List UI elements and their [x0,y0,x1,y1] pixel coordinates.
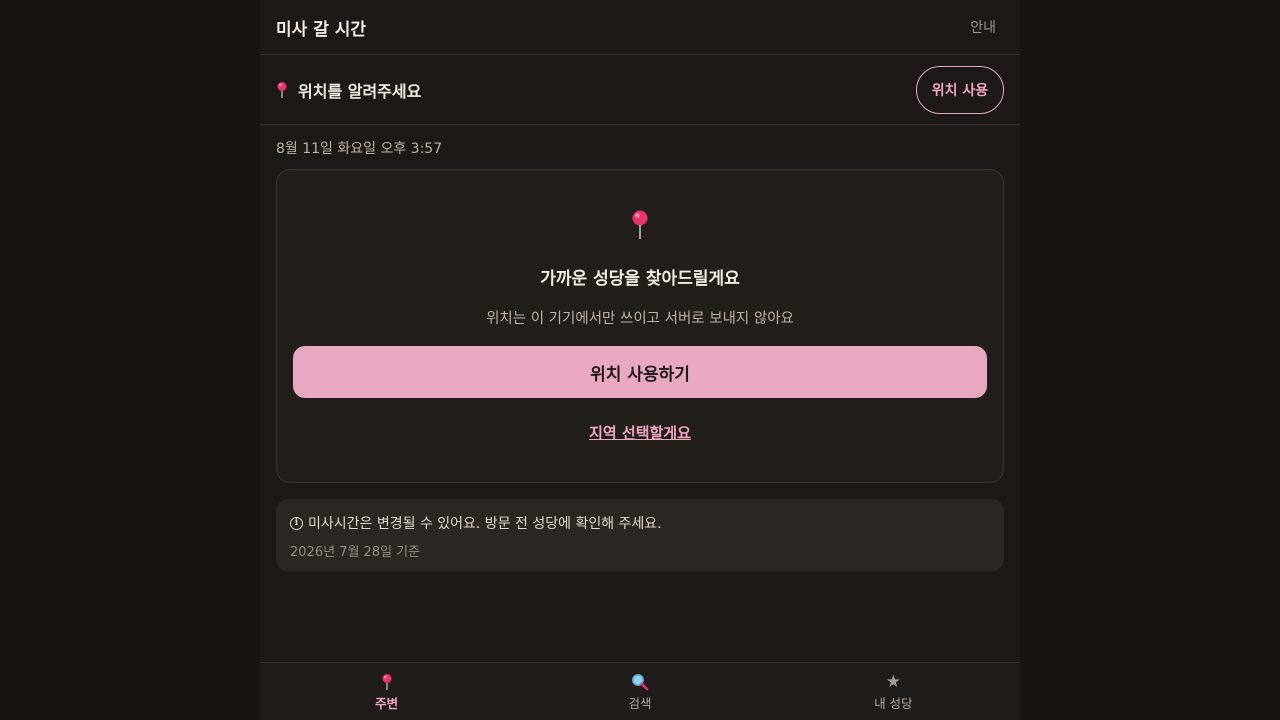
star-icon: ★ [885,672,901,692]
nav-label-nearby: 주변 [375,696,399,711]
notice-box: i 미사시간은 변경될 수 있어요. 방문 전 성당에 확인해 주세요. 202… [276,499,1004,571]
location-prompt-text: 위치를 알려주세요 [298,81,422,101]
nav-item-search[interactable]: 검색 [513,663,766,720]
nav-label-search: 검색 [628,696,652,711]
pin-icon [632,210,648,239]
notice-text: 미사시간은 변경될 수 있어요. 방문 전 성당에 확인해 주세요. [308,516,662,532]
search-icon [631,673,649,691]
notice-date: 2026년 7월 28일 기준 [290,545,421,560]
header: 미사 갈 시간 안내 [260,0,1020,55]
info-icon: i [290,516,303,530]
pin-icon [381,673,393,691]
find-church-card: 가까운 성당을 찾아드릴게요 위치는 이 기기에서만 쓰이고 서버로 보내지 않… [276,169,1004,483]
card-description: 위치는 이 기기에서만 쓰이고 서버로 보내지 않아요 [486,311,794,327]
app-title: 미사 갈 시간 [276,19,367,40]
use-location-primary-button[interactable]: 위치 사용하기 [293,346,987,398]
guide-link[interactable]: 안내 [970,17,996,37]
location-prompt: 위치를 알려주세요 [276,78,421,102]
notice-line: i 미사시간은 변경될 수 있어요. 방문 전 성당에 확인해 주세요. [290,513,990,533]
location-bar: 위치를 알려주세요 위치 사용 [260,55,1020,125]
select-region-link[interactable]: 지역 선택할게요 [589,422,691,443]
current-datetime: 8월 11일 화요일 오후 3:57 [276,141,443,157]
card-title: 가까운 성당을 찾아드릴게요 [540,269,740,289]
nav-item-nearby[interactable]: 주변 [260,663,513,720]
use-location-button[interactable]: 위치 사용 [916,65,1004,114]
nav-item-my-church[interactable]: ★ 내 성당 [767,663,1020,720]
app-container: 미사 갈 시간 안내 위치를 알려주세요 위치 사용 8월 11일 화요일 오후… [260,0,1020,720]
nav-label-my-church: 내 성당 [874,696,913,711]
bottom-nav: 주변 검색 ★ 내 성당 [260,662,1020,720]
pin-icon [277,81,287,98]
